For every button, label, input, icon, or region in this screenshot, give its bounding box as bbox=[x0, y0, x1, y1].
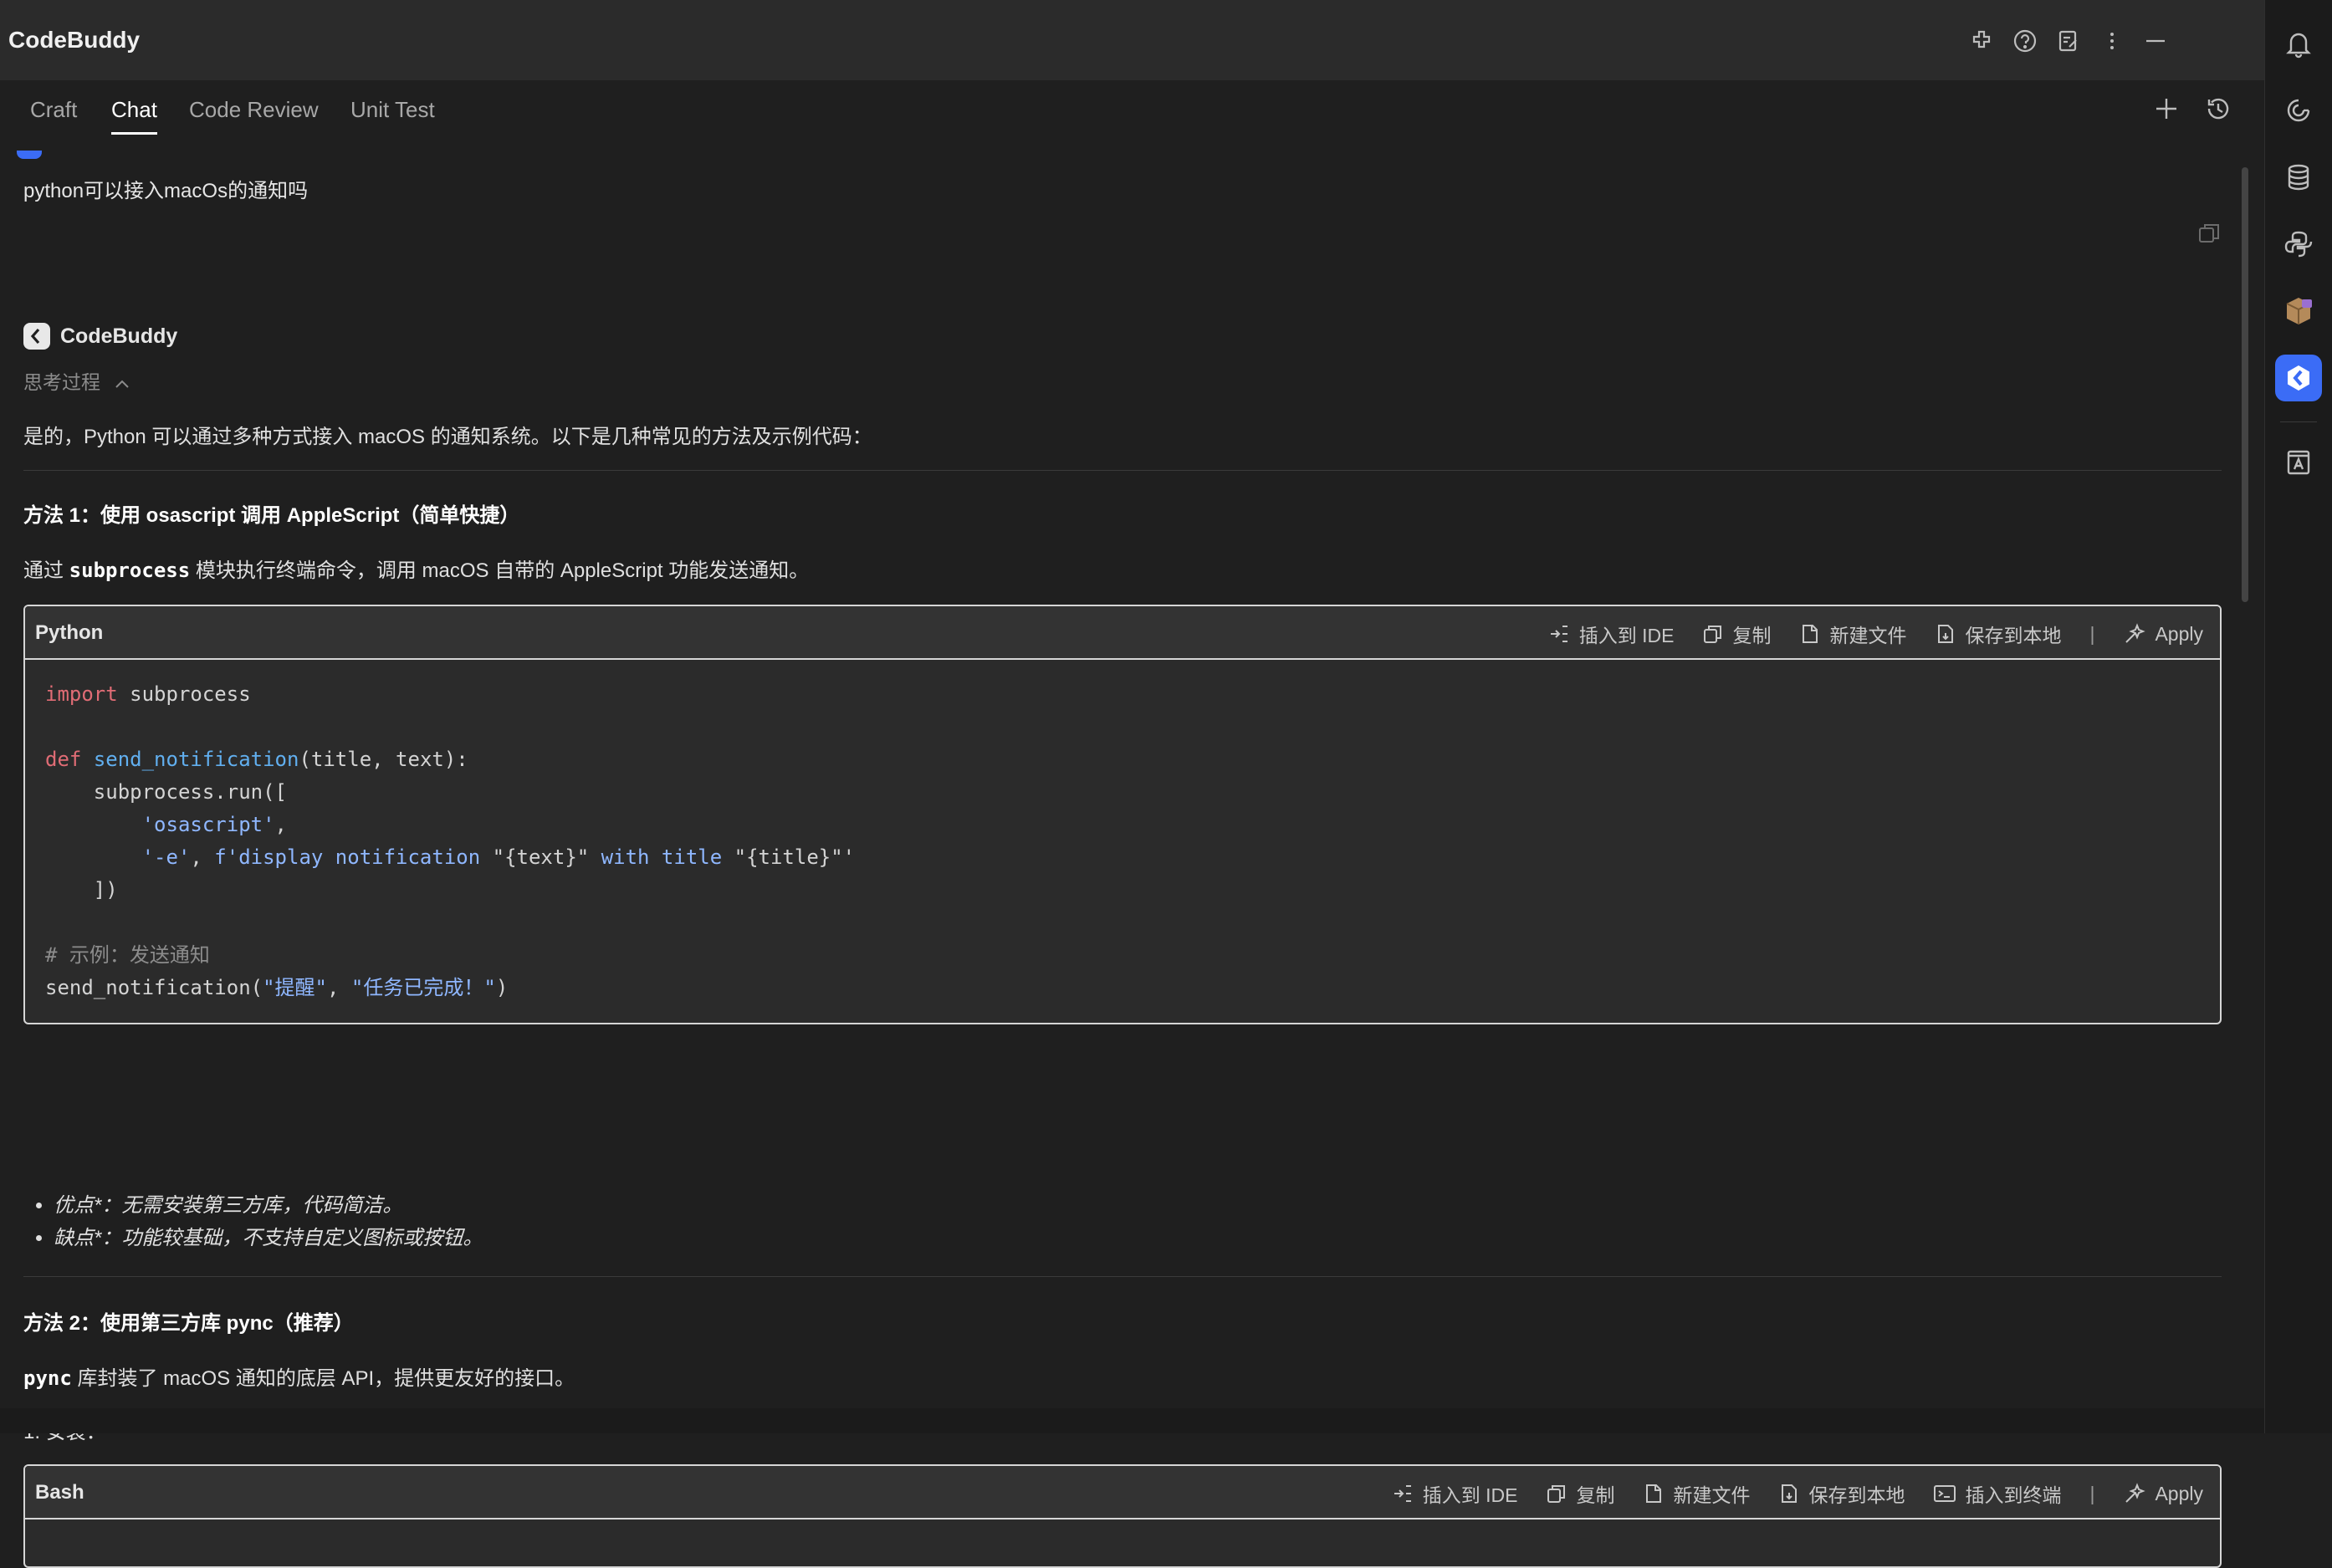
terminal-icon bbox=[1934, 1485, 1956, 1502]
right-sidebar bbox=[2264, 0, 2332, 1433]
history-icon[interactable] bbox=[2205, 95, 2232, 122]
code-block-python: Python 插入到 IDE 复制 新建文件 保存到本地 | Apply imp… bbox=[23, 605, 2222, 1024]
divider bbox=[23, 1276, 2222, 1277]
sparkle-icon bbox=[2125, 1483, 2146, 1503]
tab-chat[interactable]: Chat bbox=[111, 97, 157, 135]
apply-button[interactable]: Apply bbox=[2123, 1482, 2203, 1505]
pros-cons-list: 优点*：无需安装第三方库，代码简洁。 缺点*：功能较基础，不支持自定义图标或按钮… bbox=[23, 1189, 483, 1254]
insert-ide-button[interactable]: 插入到 IDE bbox=[1547, 620, 1674, 648]
method1-title: 方法 1：使用 osascript 调用 AppleScript（简单快捷） bbox=[23, 504, 520, 527]
new-file-icon bbox=[1646, 1484, 1662, 1503]
code-language: Python bbox=[35, 621, 104, 644]
insert-icon bbox=[1394, 1485, 1411, 1502]
method1-desc: 通过 subprocess 模块执行终端命令，调用 macOS 自带的 Appl… bbox=[23, 559, 810, 582]
tab-code-review[interactable]: Code Review bbox=[189, 97, 319, 123]
copy-icon[interactable] bbox=[2196, 221, 2222, 246]
scrollbar-thumb[interactable] bbox=[2242, 167, 2248, 602]
list-item: 优点*：无需安装第三方库，代码简洁。 bbox=[54, 1189, 483, 1222]
copy-button[interactable]: 复制 bbox=[1702, 620, 1771, 648]
insert-ide-button[interactable]: 插入到 IDE bbox=[1391, 1479, 1517, 1508]
bot-name: CodeBuddy bbox=[60, 324, 178, 348]
app-title: CodeBuddy bbox=[8, 27, 141, 53]
bottom-bar bbox=[0, 1408, 2265, 1433]
code-body: import subprocess def send_notification(… bbox=[45, 682, 856, 999]
save-file-icon bbox=[1782, 1484, 1798, 1503]
title-bar: CodeBuddy bbox=[0, 0, 2265, 80]
new-file-button[interactable]: 新建文件 bbox=[1643, 1479, 1750, 1508]
package-icon[interactable] bbox=[2275, 288, 2322, 335]
intro-text: 是的，Python 可以通过多种方式接入 macOS 的通知系统。以下是几种常见… bbox=[23, 426, 872, 448]
minimize-icon[interactable] bbox=[2143, 28, 2168, 54]
code-actions: 插入到 IDE 复制 新建文件 保存到本地 插入到终端 | Apply bbox=[1391, 1479, 2203, 1508]
copy-button[interactable]: 复制 bbox=[1546, 1479, 1614, 1508]
copy-icon bbox=[1704, 626, 1722, 643]
separator: | bbox=[2089, 1482, 2095, 1504]
tab-tools bbox=[2153, 95, 2232, 122]
python-icon[interactable] bbox=[2275, 221, 2322, 268]
code-language: Bash bbox=[35, 1481, 84, 1504]
more-icon[interactable] bbox=[2099, 28, 2125, 54]
code-actions: 插入到 IDE 复制 新建文件 保存到本地 | Apply bbox=[1547, 620, 2203, 648]
scrolled-avatar-fragment bbox=[17, 151, 42, 159]
codebuddy-icon[interactable] bbox=[2275, 355, 2322, 401]
plugin-icon[interactable] bbox=[1969, 28, 1994, 54]
user-message: python可以接入macOs的通知吗 bbox=[23, 180, 309, 202]
save-file-icon bbox=[1938, 625, 1954, 643]
title-bar-actions bbox=[1969, 28, 2168, 54]
codebuddy-logo-icon bbox=[23, 323, 50, 350]
new-file-icon bbox=[1803, 625, 1818, 643]
separator: | bbox=[2089, 622, 2095, 645]
save-local-button[interactable]: 保存到本地 bbox=[1778, 1479, 1905, 1508]
insert-icon bbox=[1550, 626, 1567, 642]
apply-button[interactable]: Apply bbox=[2123, 622, 2203, 646]
tab-craft[interactable]: Craft bbox=[30, 97, 77, 123]
method2-desc: pync 库封装了 macOS 通知的底层 API，提供更友好的接口。 bbox=[23, 1366, 575, 1390]
bell-icon[interactable] bbox=[2275, 20, 2322, 67]
swirl-icon[interactable] bbox=[2275, 87, 2322, 134]
list-item: 缺点*：功能较基础，不支持自定义图标或按钮。 bbox=[54, 1222, 483, 1254]
divider bbox=[23, 470, 2222, 471]
code-block-bash: Bash 插入到 IDE 复制 新建文件 保存到本地 插入到终端 | Apply bbox=[23, 1464, 2222, 1568]
sparkle-icon bbox=[2125, 623, 2146, 643]
edit-note-icon[interactable] bbox=[2056, 28, 2081, 54]
code-block-header: Python 插入到 IDE 复制 新建文件 保存到本地 | Apply bbox=[25, 606, 2220, 660]
save-local-button[interactable]: 保存到本地 bbox=[1935, 620, 2061, 648]
translate-icon[interactable] bbox=[2275, 438, 2322, 485]
insert-terminal-button[interactable]: 插入到终端 bbox=[1933, 1479, 2061, 1508]
chevron-up-icon bbox=[114, 378, 130, 390]
tab-unit-test[interactable]: Unit Test bbox=[350, 97, 435, 123]
method2-title: 方法 2：使用第三方库 pync（推荐） bbox=[23, 1312, 354, 1335]
database-icon[interactable] bbox=[2275, 154, 2322, 201]
code-block-header: Bash 插入到 IDE 复制 新建文件 保存到本地 插入到终端 | Apply bbox=[25, 1466, 2220, 1519]
new-file-button[interactable]: 新建文件 bbox=[1799, 620, 1906, 648]
help-icon[interactable] bbox=[2012, 28, 2038, 54]
plus-icon[interactable] bbox=[2153, 95, 2180, 122]
thinking-label: 思考过程 bbox=[23, 371, 100, 393]
sidebar-divider bbox=[2280, 421, 2317, 422]
copy-icon bbox=[1547, 1485, 1566, 1503]
thinking-toggle[interactable]: 思考过程 bbox=[23, 366, 130, 395]
bot-header: CodeBuddy bbox=[23, 323, 177, 350]
tab-bar: Craft Chat Code Review Unit Test bbox=[0, 80, 2265, 140]
